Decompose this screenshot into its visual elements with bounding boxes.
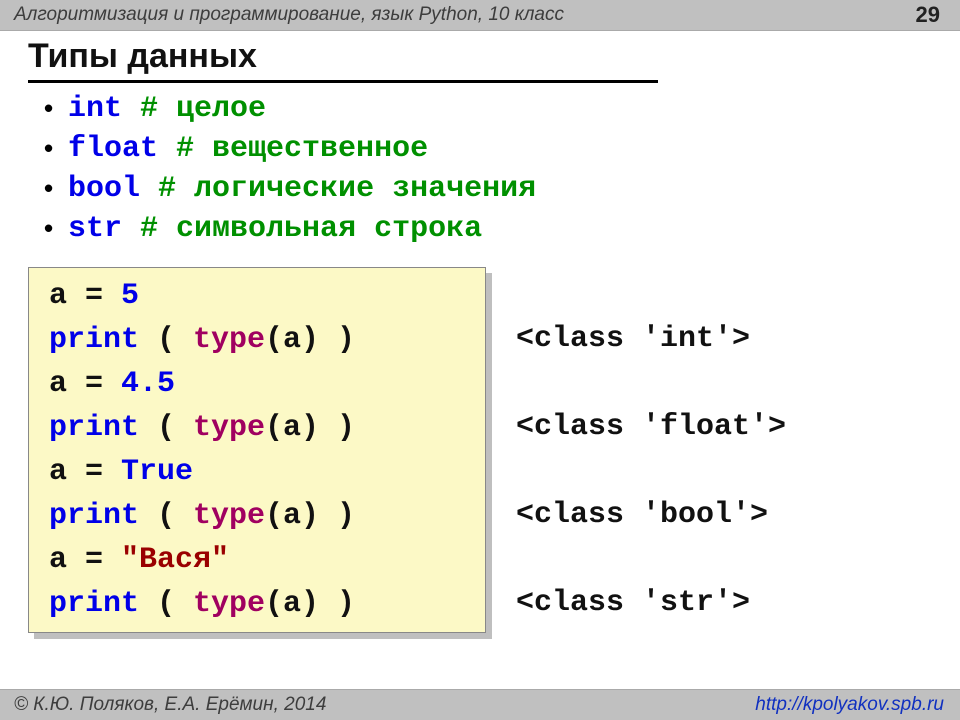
- output-line: <class 'float'>: [516, 405, 786, 449]
- code-line: a = 4.5: [49, 362, 469, 406]
- type-row: int # целое: [44, 89, 932, 129]
- type-keyword: float: [68, 132, 158, 166]
- page-number: 29: [916, 0, 940, 30]
- code-box: a = 5 print ( type(a) ) a = 4.5 print ( …: [28, 267, 486, 633]
- code-line: print ( type(a) ): [49, 582, 469, 626]
- output-line: <class 'int'>: [516, 317, 786, 361]
- output-line: [516, 361, 786, 405]
- output-line: <class 'bool'>: [516, 493, 786, 537]
- type-comment: # вещественное: [176, 132, 428, 166]
- footer-url: http://kpolyakov.spb.ru: [755, 690, 944, 720]
- code-line: print ( type(a) ): [49, 494, 469, 538]
- type-keyword: bool: [68, 172, 140, 206]
- type-row: str # символьная строка: [44, 209, 932, 249]
- type-row: float # вещественное: [44, 129, 932, 169]
- type-comment: # целое: [140, 92, 266, 126]
- header-bar: Алгоритмизация и программирование, язык …: [0, 0, 960, 31]
- output-line: [516, 449, 786, 493]
- type-comment: # логические значения: [158, 172, 536, 206]
- code-line: a = 5: [49, 274, 469, 318]
- code-line: print ( type(a) ): [49, 406, 469, 450]
- course-title: Алгоритмизация и программирование, язык …: [14, 4, 564, 25]
- output-line: [516, 273, 786, 317]
- code-line: a = "Вася": [49, 538, 469, 582]
- type-row: bool # логические значения: [44, 169, 932, 209]
- slide-title: Типы данных: [28, 37, 658, 83]
- output-line: <class 'str'>: [516, 581, 786, 625]
- slide-content: Типы данных int # целое float # веществе…: [0, 31, 960, 633]
- code-line: print ( type(a) ): [49, 318, 469, 362]
- footer-bar: © К.Ю. Поляков, Е.А. Ерёмин, 2014 http:/…: [0, 689, 960, 720]
- type-keyword: int: [68, 92, 122, 126]
- output-column: <class 'int'> <class 'float'> <class 'bo…: [486, 267, 786, 625]
- footer-authors: © К.Ю. Поляков, Е.А. Ерёмин, 2014: [14, 694, 326, 715]
- code-line: a = True: [49, 450, 469, 494]
- output-line: [516, 537, 786, 581]
- type-keyword: str: [68, 212, 122, 246]
- type-comment: # символьная строка: [140, 212, 482, 246]
- types-list: int # целое float # вещественное bool # …: [44, 89, 932, 249]
